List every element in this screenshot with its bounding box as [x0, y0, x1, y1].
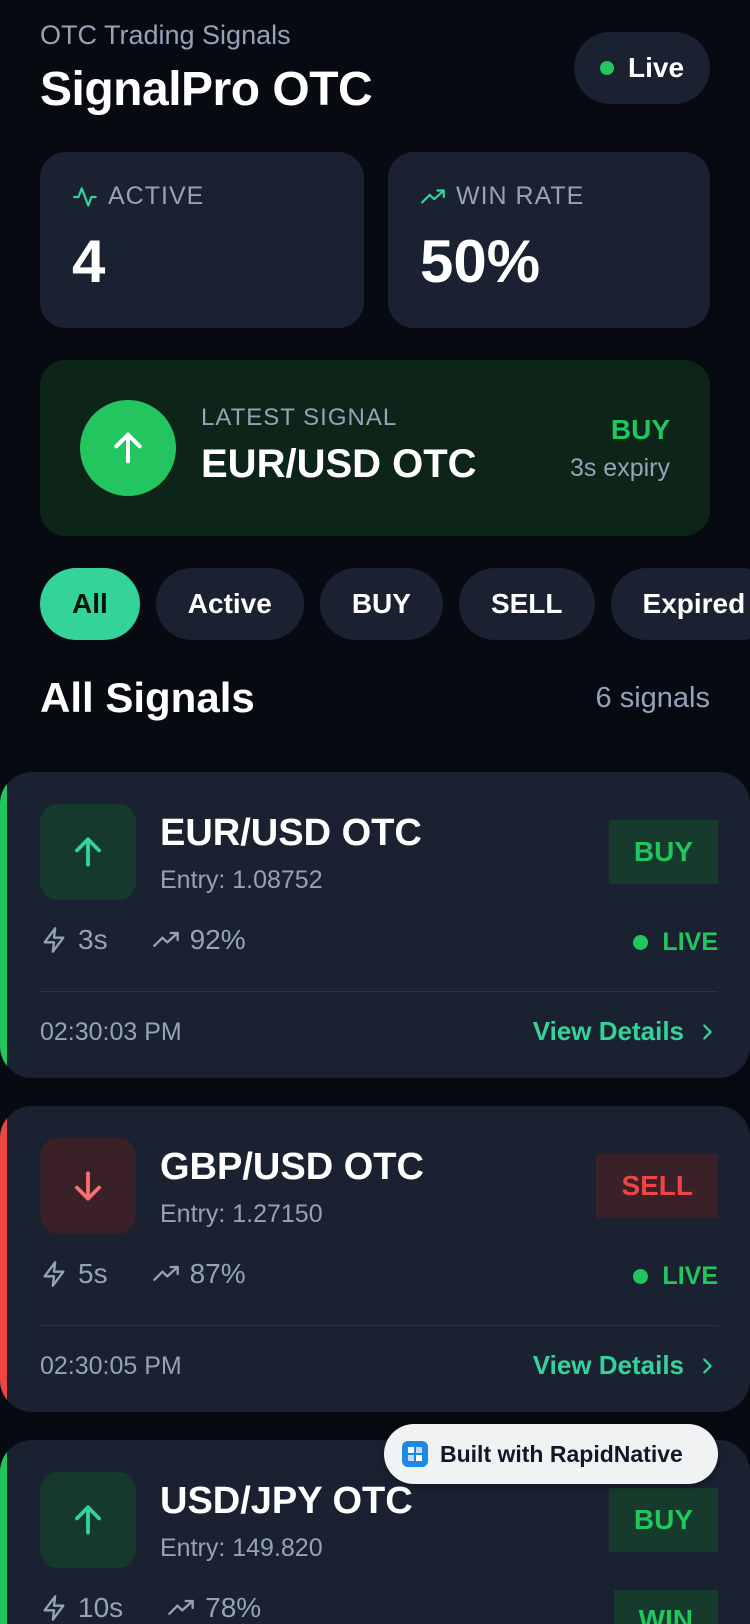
arrow-up-icon: [40, 804, 136, 900]
signal-time: 02:30:03 PM: [40, 1018, 182, 1046]
app-subtitle: OTC Trading Signals: [40, 20, 291, 50]
signal-pair: EUR/USD OTC: [160, 812, 422, 854]
active-stat-value: 4: [72, 228, 106, 295]
live-label: Live: [627, 52, 685, 83]
filter-chips: All Active BUY SELL Expired: [40, 568, 750, 640]
card-divider: [40, 1325, 718, 1326]
direction-badge: BUY: [608, 1488, 718, 1552]
signal-card[interactable]: EUR/USD OTC Entry: 1.08752 BUY 3s 92% LI…: [0, 772, 750, 1078]
chevron-right-icon: [703, 1357, 712, 1374]
built-with-label: Built with RapidNative: [440, 1440, 683, 1467]
filter-sell[interactable]: SELL: [458, 568, 595, 640]
filter-all[interactable]: All: [40, 568, 140, 640]
lightning-icon: [43, 1595, 65, 1621]
live-dot-icon: [599, 61, 614, 75]
win-rate-stat-label: WIN RATE: [456, 182, 585, 210]
card-accent-bar: [0, 772, 7, 1078]
signal-status: LIVE: [633, 1262, 718, 1291]
active-stat-label: ACTIVE: [108, 182, 205, 210]
win-rate-stat-value: 50%: [420, 228, 541, 295]
signal-expiry: 5s: [78, 1258, 108, 1289]
filter-buy[interactable]: BUY: [319, 568, 443, 640]
signal-accuracy: 92%: [189, 924, 246, 955]
view-details-link[interactable]: View Details: [533, 1350, 718, 1381]
section-title: All Signals: [40, 674, 255, 721]
filter-expired[interactable]: Expired: [610, 568, 750, 640]
signal-status: LIVE: [633, 928, 718, 957]
signal-status-label: LIVE: [662, 928, 718, 956]
direction-badge: BUY: [608, 820, 718, 884]
trending-up-icon: [421, 188, 445, 203]
signal-accuracy: 78%: [205, 1592, 262, 1623]
view-details-label: View Details: [532, 1016, 684, 1046]
status-dot-icon: [633, 935, 649, 950]
signal-entry: Entry: 149.820: [160, 1534, 323, 1562]
signal-time: 02:30:05 PM: [40, 1352, 182, 1380]
signal-expiry: 10s: [78, 1592, 124, 1623]
win-rate-stat-card: WIN RATE 50%: [388, 152, 710, 328]
status-dot-icon: [633, 1269, 649, 1284]
direction-badge: SELL: [596, 1154, 718, 1218]
arrow-up-icon: [40, 1472, 136, 1568]
filter-active[interactable]: Active: [155, 568, 304, 640]
app-title: SignalPro OTC: [40, 63, 373, 116]
signal-accuracy: 87%: [189, 1258, 246, 1289]
latest-signal-label: LATEST SIGNAL: [201, 404, 398, 431]
signal-entry: Entry: 1.08752: [160, 866, 323, 894]
signal-count: 6 signals: [595, 682, 710, 714]
active-stat-card: ACTIVE 4: [40, 152, 364, 328]
view-details-link[interactable]: View Details: [533, 1016, 718, 1047]
signal-pair: USD/JPY OTC: [160, 1480, 413, 1522]
signal-card[interactable]: GBP/USD OTC Entry: 1.27150 SELL 5s 87% L…: [0, 1106, 750, 1412]
signal-meta: 10s 78%: [40, 1592, 261, 1624]
trending-up-icon: [152, 1265, 179, 1281]
latest-signal-expiry: 3s expiry: [569, 454, 670, 482]
header: OTC Trading Signals SignalPro OTC Live: [40, 20, 710, 120]
signal-expiry: 3s: [78, 924, 108, 955]
card-accent-bar: [0, 1106, 7, 1412]
card-divider: [40, 991, 718, 992]
signal-status-label: LIVE: [662, 1262, 718, 1290]
signal-meta: 5s 87%: [40, 1258, 246, 1290]
result-badge: WIN: [613, 1590, 718, 1624]
signal-pair: GBP/USD OTC: [160, 1146, 424, 1188]
latest-signal-direction: BUY: [610, 414, 670, 445]
card-accent-bar: [0, 1440, 7, 1624]
chevron-right-icon: [703, 1023, 712, 1040]
signal-meta: 3s 92%: [40, 924, 246, 956]
lightning-icon: [43, 927, 65, 953]
signal-entry: Entry: 1.27150: [160, 1200, 323, 1228]
rapidnative-logo-icon: [402, 1441, 428, 1467]
latest-signal-pair: EUR/USD OTC: [201, 442, 477, 486]
trending-up-icon: [152, 931, 179, 947]
arrow-up-icon: [80, 400, 176, 496]
live-indicator[interactable]: Live: [574, 32, 710, 104]
arrow-down-icon: [40, 1138, 136, 1234]
lightning-icon: [43, 1261, 65, 1287]
activity-icon: [73, 186, 97, 207]
view-details-label: View Details: [532, 1350, 684, 1380]
built-with-badge[interactable]: Built with RapidNative: [384, 1424, 718, 1484]
trending-up-icon: [168, 1599, 194, 1615]
latest-signal-card[interactable]: LATEST SIGNAL EUR/USD OTC BUY 3s expiry: [40, 360, 710, 536]
